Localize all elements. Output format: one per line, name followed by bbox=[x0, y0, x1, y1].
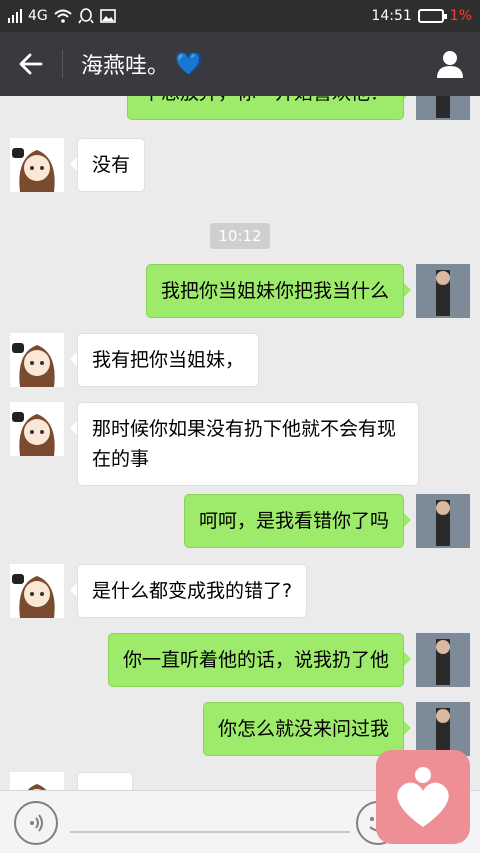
chat-title-text: 海燕哇。 bbox=[81, 54, 170, 79]
contact-avatar[interactable] bbox=[10, 402, 64, 456]
status-time: 14:51 bbox=[371, 8, 412, 24]
battery-percent: 1% bbox=[449, 8, 472, 24]
header-divider bbox=[62, 50, 63, 78]
timestamp-label: 10:12 bbox=[210, 223, 270, 249]
message-bubble-received[interactable]: 我有把你当姐妹， bbox=[69, 333, 260, 387]
my-avatar[interactable] bbox=[416, 96, 470, 120]
my-avatar[interactable] bbox=[416, 264, 470, 318]
person-icon bbox=[437, 51, 463, 78]
my-avatar[interactable] bbox=[416, 494, 470, 548]
network-label: 4G bbox=[28, 8, 48, 24]
message-bubble-sent[interactable]: 我把你当姐妹你把我当什么 bbox=[145, 264, 412, 318]
blue-heart-emoji: 💙 bbox=[175, 51, 203, 77]
contact-avatar[interactable] bbox=[10, 138, 64, 192]
contact-avatar[interactable] bbox=[10, 772, 64, 790]
image-icon bbox=[99, 9, 116, 23]
message-bubble-sent[interactable]: 你一直听着他的话，说我扔了他 bbox=[107, 633, 412, 687]
chat-header: 海燕哇。 💙 bbox=[0, 32, 480, 96]
message-input[interactable] bbox=[70, 831, 350, 833]
wifi-icon bbox=[54, 9, 72, 23]
voice-icon bbox=[30, 814, 43, 832]
message-bubble-received[interactable]: 是什么都变成我的错了? bbox=[69, 564, 308, 618]
message-bubble-received[interactable]: 那时候你如果没有扔下他就不会有现在的事 bbox=[70, 402, 419, 486]
message-list[interactable]: 不想放弃，你一开始喜欢他？ 没有 10:12 我把你当姐妹你把我当什么 我有把你… bbox=[0, 96, 480, 790]
heart-icon bbox=[397, 767, 449, 827]
message-bubble-received[interactable] bbox=[77, 772, 133, 790]
status-bar: 4G 14:51 1% bbox=[0, 0, 480, 32]
my-avatar[interactable] bbox=[416, 633, 470, 687]
voice-button[interactable] bbox=[14, 801, 58, 845]
back-arrow-icon bbox=[19, 53, 43, 75]
battery-icon bbox=[417, 9, 447, 23]
message-bubble-sent[interactable]: 你怎么就没来问过我 bbox=[202, 702, 412, 756]
qq-icon bbox=[78, 8, 94, 24]
message-bubble-received[interactable]: 没有 bbox=[69, 138, 146, 192]
chat-info-button[interactable] bbox=[420, 32, 480, 96]
message-bubble-sent[interactable]: 不想放弃，你一开始喜欢他？ bbox=[126, 96, 412, 120]
contact-avatar[interactable] bbox=[10, 333, 64, 387]
chat-title: 海燕哇。 💙 bbox=[81, 48, 202, 80]
signal-icon bbox=[8, 9, 22, 23]
message-bubble-sent[interactable]: 呵呵，是我看错你了吗 bbox=[183, 494, 412, 548]
back-button[interactable] bbox=[0, 32, 62, 96]
my-avatar[interactable] bbox=[416, 702, 470, 756]
contact-avatar[interactable] bbox=[10, 564, 64, 618]
floating-heart-button[interactable] bbox=[376, 750, 470, 844]
